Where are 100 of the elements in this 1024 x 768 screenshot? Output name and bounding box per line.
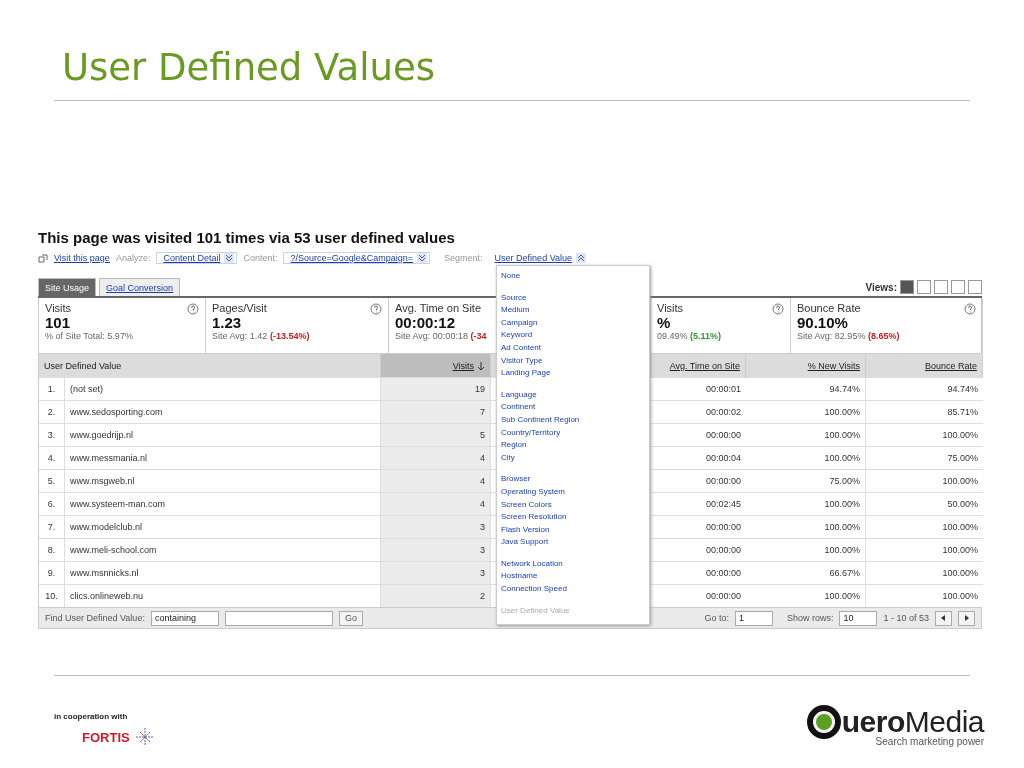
column-header[interactable]: % New Visits bbox=[746, 354, 866, 377]
view-toggle[interactable] bbox=[900, 280, 914, 294]
column-header[interactable]: Visits bbox=[381, 354, 491, 377]
metric-label: Bounce Rate bbox=[797, 302, 861, 314]
view-toggle[interactable] bbox=[934, 280, 948, 294]
content-dropdown[interactable]: ?/Source=Google&Campaign= bbox=[283, 252, 431, 264]
table-cell: 85.71% bbox=[866, 400, 983, 423]
view-toggle[interactable] bbox=[917, 280, 931, 294]
report-heading: This page was visited 101 times via 53 user defined values bbox=[38, 229, 456, 246]
view-toggle[interactable] bbox=[968, 280, 982, 294]
table-cell: 19 bbox=[381, 377, 491, 400]
content-label: Content: bbox=[243, 253, 278, 263]
menu-item[interactable]: Visitor Type bbox=[501, 354, 645, 368]
metric-comparison: % of Site Total: 5.97% bbox=[45, 331, 133, 341]
column-header[interactable]: Avg. Time on Site bbox=[651, 354, 746, 377]
match-select[interactable]: containing bbox=[150, 610, 219, 626]
help-icon[interactable] bbox=[187, 303, 199, 315]
menu-item[interactable]: Region bbox=[501, 439, 645, 452]
row-number: 4. bbox=[39, 446, 65, 469]
table-cell: 4 bbox=[381, 492, 491, 515]
chevron-icon bbox=[224, 253, 235, 263]
help-icon[interactable] bbox=[370, 303, 382, 315]
menu-item[interactable]: Network Location bbox=[501, 557, 645, 571]
menu-item[interactable]: Operating System bbox=[501, 485, 645, 499]
table-cell: 3 bbox=[381, 538, 491, 561]
row-number: 7. bbox=[39, 515, 65, 538]
table-cell: 3 bbox=[381, 561, 491, 584]
metric-value: 101 bbox=[45, 314, 71, 331]
table-cell: clics.onlineweb.nu bbox=[65, 584, 381, 607]
table-cell: www.msnnicks.nl bbox=[65, 561, 381, 584]
row-number: 3. bbox=[39, 423, 65, 446]
table-cell: www.sedosporting.com bbox=[65, 400, 381, 423]
menu-item[interactable]: Keyword bbox=[501, 329, 645, 342]
row-number: 1. bbox=[39, 377, 65, 400]
menu-item[interactable]: Landing Page bbox=[501, 367, 645, 380]
visit-page-link[interactable]: Visit this page bbox=[54, 253, 110, 263]
next-page-button[interactable] bbox=[958, 610, 975, 626]
menu-item[interactable]: Sub Continent Region bbox=[501, 413, 645, 427]
metric-comparison: Site Avg: 82.95% (8.65%) bbox=[797, 331, 900, 341]
table-cell: 100.00% bbox=[746, 538, 866, 561]
table-cell: 4 bbox=[381, 469, 491, 492]
menu-item[interactable]: Java Support bbox=[501, 536, 645, 549]
search-field[interactable] bbox=[224, 610, 333, 626]
table-cell: 5 bbox=[381, 423, 491, 446]
menu-item[interactable]: Language bbox=[501, 388, 645, 402]
chevron-icon bbox=[576, 253, 586, 263]
go-button[interactable]: Go bbox=[338, 610, 363, 626]
row-number: 6. bbox=[39, 492, 65, 515]
metric-value: 1.23 bbox=[212, 314, 242, 331]
menu-item[interactable]: Ad Content bbox=[501, 341, 645, 355]
partner-caption: in cooperation with bbox=[54, 712, 129, 721]
metric-label: Visits bbox=[657, 302, 684, 314]
row-number: 9. bbox=[39, 561, 65, 584]
table-cell: 100.00% bbox=[866, 561, 983, 584]
table-cell: www.msgweb.nl bbox=[65, 469, 381, 492]
table-cell: 100.00% bbox=[866, 515, 983, 538]
menu-item[interactable]: Source bbox=[501, 291, 645, 305]
help-icon[interactable] bbox=[964, 303, 976, 315]
logo-tagline: Search marketing power bbox=[875, 736, 984, 747]
menu-item[interactable]: Screen Colors bbox=[501, 498, 645, 512]
table-cell: (not set) bbox=[65, 377, 381, 400]
menu-item[interactable]: Continent bbox=[501, 401, 645, 414]
metric-label: Avg. Time on Site bbox=[395, 302, 481, 314]
table-cell: 94.74% bbox=[746, 377, 866, 400]
table-cell: 100.00% bbox=[866, 538, 983, 561]
menu-item[interactable]: Screen Resolution bbox=[501, 511, 645, 524]
goto-label: Go to: bbox=[704, 613, 729, 623]
row-number: 8. bbox=[39, 538, 65, 561]
external-link-icon bbox=[38, 253, 48, 263]
menu-item[interactable]: Hostname bbox=[501, 570, 645, 584]
table-cell: 3 bbox=[381, 515, 491, 538]
sort-arrow-icon bbox=[477, 360, 485, 371]
menu-item[interactable]: None bbox=[501, 270, 645, 283]
metric-value: 90.10% bbox=[797, 314, 848, 331]
table-cell: 50.00% bbox=[866, 492, 983, 515]
previous-page-button[interactable] bbox=[935, 610, 952, 626]
page-field[interactable]: 1 bbox=[734, 610, 773, 626]
table-cell: 100.00% bbox=[746, 492, 866, 515]
rows-select[interactable]: 10 bbox=[839, 610, 878, 626]
menu-item[interactable]: Flash Version bbox=[501, 523, 645, 537]
menu-item[interactable]: Country/Territory bbox=[501, 426, 645, 440]
column-header[interactable]: User Defined Value bbox=[39, 354, 381, 377]
help-icon[interactable] bbox=[772, 303, 784, 315]
table-cell: 94.74% bbox=[866, 377, 983, 400]
find-label: Find User Defined Value: bbox=[45, 613, 145, 623]
table-cell: 100.00% bbox=[746, 400, 866, 423]
analyze-dropdown[interactable]: Content Detail bbox=[156, 252, 238, 264]
rows-label: Show rows: bbox=[786, 613, 834, 623]
menu-item[interactable]: Browser bbox=[501, 473, 645, 486]
table-cell: 100.00% bbox=[866, 423, 983, 446]
table-cell: 100.00% bbox=[866, 469, 983, 492]
column-header[interactable]: Bounce Rate bbox=[866, 354, 983, 377]
view-toggle[interactable] bbox=[951, 280, 965, 294]
report-tab[interactable]: Goal Conversion bbox=[99, 278, 181, 296]
row-number: 5. bbox=[39, 469, 65, 492]
menu-item[interactable]: Campaign bbox=[501, 316, 645, 330]
menu-item[interactable]: Medium bbox=[501, 304, 645, 317]
menu-item[interactable]: Connection Speed bbox=[501, 583, 645, 596]
menu-item[interactable]: City bbox=[501, 451, 645, 465]
report-tab[interactable]: Site Usage bbox=[38, 278, 97, 296]
